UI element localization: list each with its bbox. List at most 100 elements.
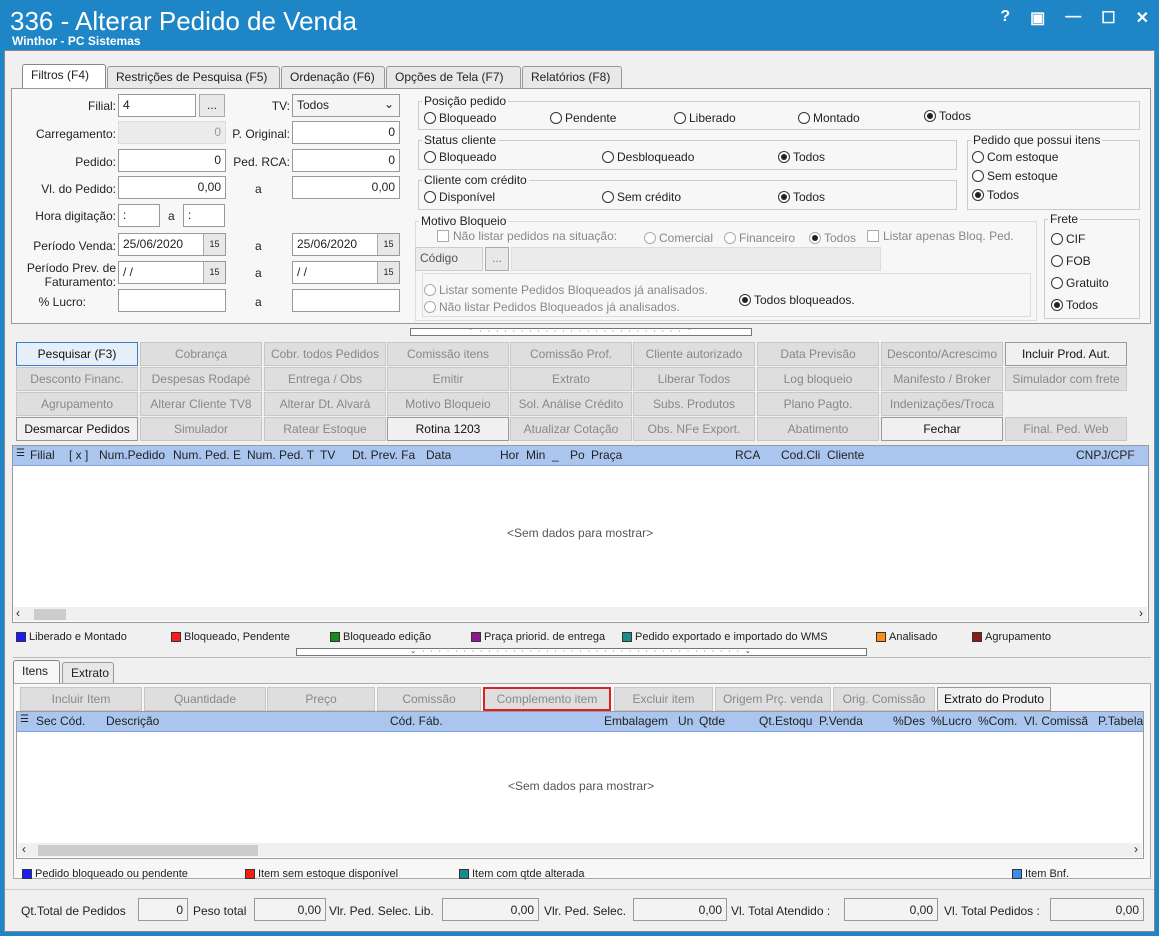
posicao-montado-radio[interactable]: Montado <box>798 111 860 125</box>
filial-input[interactable]: 4 <box>118 94 196 117</box>
col-underscore[interactable]: _ <box>552 448 559 462</box>
splitter-handle[interactable]: ⌄ · · · · · · · · · · · · · · · · · · · … <box>296 648 867 656</box>
col-pct-com[interactable]: %Com. <box>978 714 1017 728</box>
restore-icon[interactable]: ▣ <box>1030 8 1045 28</box>
cobr-todos-pedidos-button[interactable]: Cobr. todos Pedidos <box>264 342 386 366</box>
col-cod-cli[interactable]: Cod.Cli <box>781 448 820 462</box>
credito-disponivel-radio[interactable]: Disponível <box>424 190 495 204</box>
tab-relatorios[interactable]: Relatórios (F8) <box>522 66 622 88</box>
preco-button[interactable]: Preço <box>267 687 375 711</box>
manifesto-broker-button[interactable]: Manifesto / Broker <box>881 367 1003 391</box>
grid-menu-icon[interactable]: ☰ <box>16 448 25 459</box>
grid-menu-icon[interactable]: ☰ <box>20 714 29 725</box>
credito-sem-radio[interactable]: Sem crédito <box>602 190 681 204</box>
emitir-button[interactable]: Emitir <box>387 367 509 391</box>
origem-prc-venda-button[interactable]: Origem Prç. venda <box>715 687 831 711</box>
nao-listar-analisados-radio[interactable]: Não listar Pedidos Bloqueados já analisa… <box>424 300 680 314</box>
vl-pedido-from-input[interactable]: 0,00 <box>118 176 226 199</box>
obs-nfe-export-button[interactable]: Obs. NFe Export. <box>633 417 755 441</box>
col-p-venda[interactable]: P.Venda <box>819 714 863 728</box>
cliente-autorizado-button[interactable]: Cliente autorizado <box>633 342 755 366</box>
items-hscrollbar[interactable]: ‹ › <box>18 842 1142 857</box>
hora-to-input[interactable]: : <box>183 204 225 227</box>
col-cliente[interactable]: Cliente <box>827 448 864 462</box>
periodo-venda-from-input[interactable]: 25/06/2020 15 <box>118 233 226 256</box>
liberar-todos-button[interactable]: Liberar Todos <box>633 367 755 391</box>
col-qtde[interactable]: Qtde <box>699 714 725 728</box>
frete-todos-radio[interactable]: Todos <box>1051 298 1098 312</box>
col-filial[interactable]: Filial <box>30 448 55 462</box>
comissao-prof-button[interactable]: Comissão Prof. <box>510 342 632 366</box>
scroll-thumb[interactable] <box>38 845 258 856</box>
maximize-icon[interactable]: ☐ <box>1101 8 1115 28</box>
posicao-bloqueado-radio[interactable]: Bloqueado <box>424 111 496 125</box>
calendar-icon[interactable]: 15 <box>203 234 225 255</box>
frete-fob-radio[interactable]: FOB <box>1051 254 1091 268</box>
incluir-prod-aut-button[interactable]: Incluir Prod. Aut. <box>1005 342 1127 366</box>
col-po[interactable]: Po <box>570 448 585 462</box>
col-hor[interactable]: Hor <box>500 448 519 462</box>
pedido-input[interactable]: 0 <box>118 149 226 172</box>
credito-todos-radio[interactable]: Todos <box>778 190 825 204</box>
periodo-prev-from-input[interactable]: / / 15 <box>118 261 226 284</box>
scroll-right-icon[interactable]: › <box>1134 842 1138 856</box>
scroll-right-icon[interactable]: › <box>1139 606 1143 620</box>
pesquisar-f3-button[interactable]: Pesquisar (F3) <box>16 342 138 366</box>
codigo-lookup-button[interactable]: ... <box>485 247 509 271</box>
frete-cif-radio[interactable]: CIF <box>1051 232 1085 246</box>
log-bloqueio-button[interactable]: Log bloqueio <box>757 367 879 391</box>
col-p-tabela[interactable]: P.Tabela <box>1098 714 1143 728</box>
tab-extrato[interactable]: Extrato <box>62 662 114 684</box>
col-num-ped-e[interactable]: Num. Ped. E <box>173 448 245 462</box>
col-sec[interactable]: Sec <box>36 714 57 728</box>
motivo-financeiro-radio[interactable]: Financeiro <box>724 231 795 245</box>
col-praca[interactable]: Praça <box>591 448 622 462</box>
despesas-rodape-button[interactable]: Despesas Rodapé <box>140 367 262 391</box>
col-dt-prev[interactable]: Dt. Prev. Fa <box>352 448 422 462</box>
vl-pedido-to-input[interactable]: 0,00 <box>292 176 400 199</box>
col-embalagem[interactable]: Embalagem <box>604 714 668 728</box>
data-previsao-button[interactable]: Data Previsão <box>757 342 879 366</box>
periodo-prev-to-input[interactable]: / / 15 <box>292 261 400 284</box>
alterar-cliente-tv8-button[interactable]: Alterar Cliente TV8 <box>140 392 262 416</box>
desmarcar-pedidos-button[interactable]: Desmarcar Pedidos <box>16 417 138 441</box>
lucro-from-input[interactable] <box>118 289 226 312</box>
tab-itens[interactable]: Itens <box>13 660 60 685</box>
codigo-input[interactable]: Código <box>415 247 483 271</box>
periodo-venda-to-input[interactable]: 25/06/2020 15 <box>292 233 400 256</box>
calendar-icon[interactable]: 15 <box>377 262 399 283</box>
indenizacoes-troca-button[interactable]: Indenizações/Troca <box>881 392 1003 416</box>
extrato-do-produto-button[interactable]: Extrato do Produto <box>937 687 1051 711</box>
calendar-icon[interactable]: 15 <box>203 262 225 283</box>
help-icon[interactable]: ? <box>1000 8 1010 28</box>
tab-ordenacao[interactable]: Ordenação (F6) <box>281 66 385 88</box>
scroll-thumb[interactable] <box>34 609 66 620</box>
col-min[interactable]: Min <box>526 448 545 462</box>
col-num-ped-t[interactable]: Num. Ped. T <box>247 448 317 462</box>
ratear-estoque-button[interactable]: Ratear Estoque <box>264 417 386 441</box>
simulador-com-frete-button[interactable]: Simulador com frete <box>1005 367 1127 391</box>
posicao-todos-radio[interactable]: Todos <box>924 109 971 123</box>
listar-apenas-checkbox[interactable]: Listar apenas Bloq. Ped. <box>867 229 1014 243</box>
motivo-comercial-radio[interactable]: Comercial <box>644 231 713 245</box>
col-vl-comissao[interactable]: Vl. Comissã <box>1024 714 1094 728</box>
subs-produtos-button[interactable]: Subs. Produtos <box>633 392 755 416</box>
lucro-to-input[interactable] <box>292 289 400 312</box>
col-un[interactable]: Un <box>678 714 693 728</box>
col-rca[interactable]: RCA <box>735 448 760 462</box>
excluir-item-button[interactable]: Excluir item <box>614 687 713 711</box>
desconto-financ-button[interactable]: Desconto Financ. <box>16 367 138 391</box>
posicao-liberado-radio[interactable]: Liberado <box>674 111 736 125</box>
status-desbloqueado-radio[interactable]: Desbloqueado <box>602 150 694 164</box>
comissao-button[interactable]: Comissão <box>377 687 481 711</box>
p-original-input[interactable]: 0 <box>292 121 400 144</box>
fechar-button[interactable]: Fechar <box>881 417 1003 441</box>
col-pct-desc[interactable]: %Des <box>893 714 928 728</box>
nao-listar-checkbox[interactable]: Não listar pedidos na situação: <box>437 229 617 243</box>
col-num-pedido[interactable]: Num.Pedido <box>99 448 171 462</box>
posicao-pendente-radio[interactable]: Pendente <box>550 111 616 125</box>
alterar-dt-alvara-button[interactable]: Alterar Dt. Alvará <box>264 392 386 416</box>
orig-comissao-button[interactable]: Orig. Comissão <box>833 687 935 711</box>
col-select[interactable]: [ x ] <box>69 448 88 462</box>
status-bloqueado-radio[interactable]: Bloqueado <box>424 150 496 164</box>
